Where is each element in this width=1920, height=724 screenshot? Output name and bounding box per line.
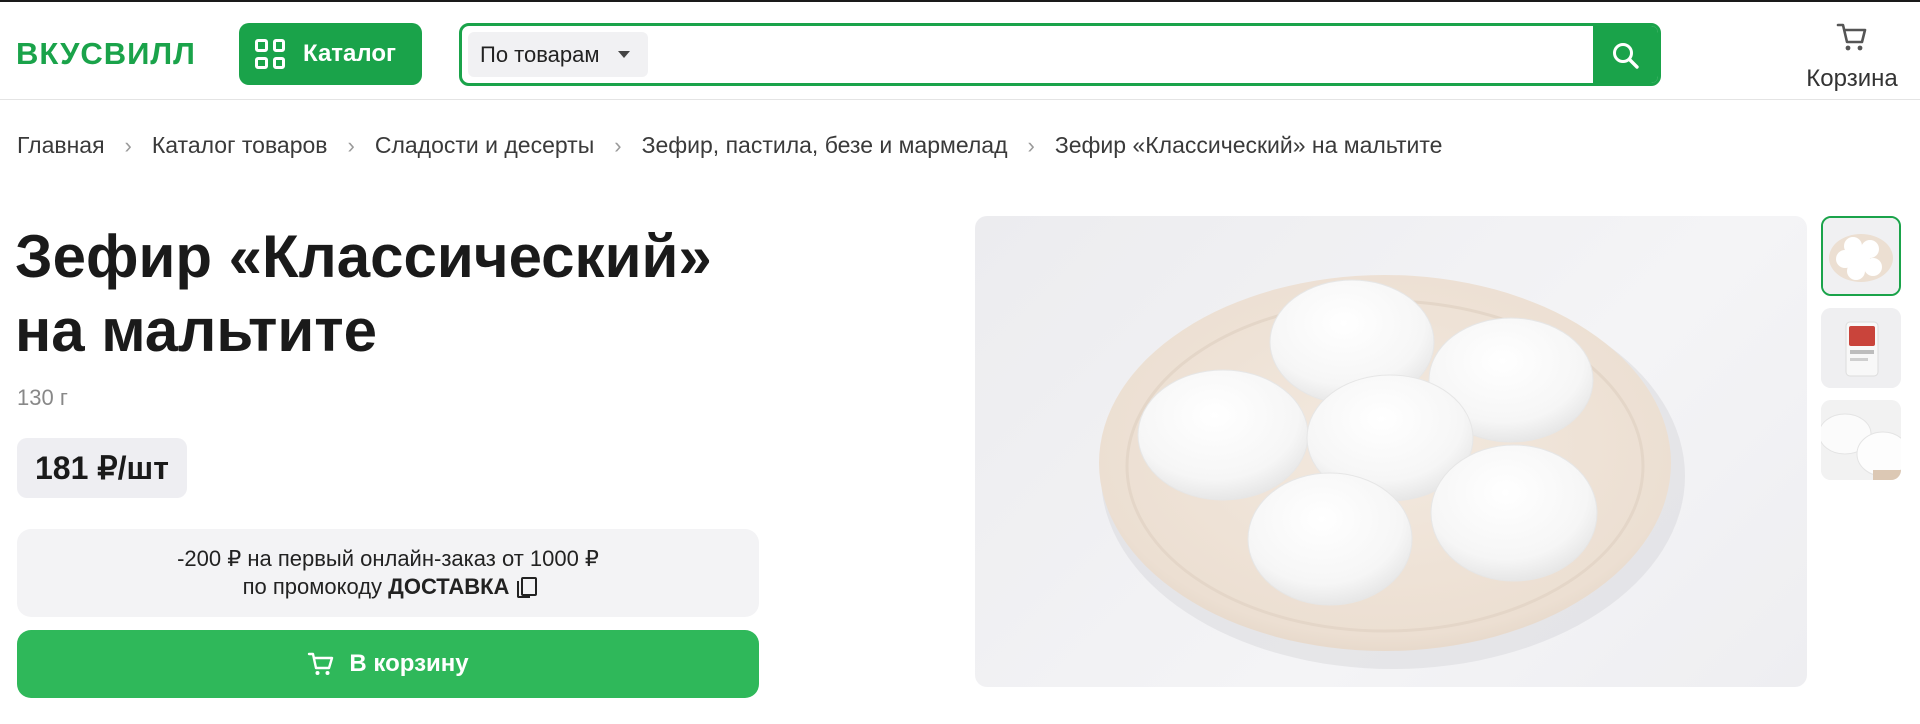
gallery-thumbnail-2[interactable] [1821, 308, 1901, 388]
copy-icon[interactable] [517, 577, 538, 598]
promo-prefix: по промокоду [242, 574, 383, 599]
header: ВКУСВИЛЛ Каталог По товарам Корзина [0, 0, 1920, 100]
breadcrumb-sweets[interactable]: Сладости и десерты [375, 132, 594, 159]
product-price: 181 ₽/шт [17, 438, 187, 498]
chevron-right-icon: › [614, 132, 622, 158]
promo-code: ДОСТАВКА [388, 574, 510, 599]
cart-icon [1836, 23, 1867, 51]
breadcrumb-home[interactable]: Главная [17, 132, 105, 159]
product-weight: 130 г [17, 385, 68, 410]
header-cart[interactable]: Корзина [1796, 20, 1908, 92]
thumbnail-image [1823, 218, 1899, 294]
breadcrumb-zefir-category[interactable]: Зефир, пастила, безе и мармелад [642, 132, 1008, 159]
title-line-1: Зефир «Классический» [15, 223, 712, 290]
gallery-thumbnail-3[interactable] [1821, 400, 1901, 480]
dropdown-caret-icon [617, 51, 630, 58]
promo-text: -200 ₽ на первый онлайн-заказ от 1000 ₽ [177, 546, 599, 571]
chevron-right-icon: › [124, 132, 132, 158]
cart-label: Корзина [1806, 65, 1898, 92]
chevron-right-icon: › [1027, 132, 1035, 158]
title-line-2: на мальтите [15, 297, 377, 364]
breadcrumb-current: Зефир «Классический» на мальтите [1054, 132, 1443, 158]
search-bar: По товарам [459, 23, 1661, 86]
add-to-cart-label: В корзину [349, 650, 469, 677]
gallery-thumbnail-1[interactable] [1821, 216, 1901, 296]
add-to-cart-button[interactable]: В корзину [17, 630, 759, 698]
product-photo [1099, 275, 1685, 669]
breadcrumb: Главная › Каталог товаров › Сладости и д… [17, 132, 1442, 159]
catalog-button-label: Каталог [303, 40, 396, 67]
search-icon [1613, 42, 1639, 69]
thumbnail-image [1821, 400, 1901, 480]
logo[interactable]: ВКУСВИЛЛ [16, 36, 196, 72]
thumbnail-image [1821, 308, 1901, 388]
search-button[interactable] [1593, 26, 1658, 83]
product-main-image[interactable] [975, 216, 1807, 687]
search-scope-dropdown[interactable]: По товарам [468, 32, 648, 77]
search-input[interactable] [658, 32, 1548, 77]
promo-code-line: по промокоду ДОСТАВКА [17, 573, 759, 601]
chevron-right-icon: › [347, 132, 355, 158]
breadcrumb-catalog[interactable]: Каталог товаров [152, 132, 328, 159]
page-title: Зефир «Классический» на мальтите [15, 220, 805, 368]
promo-banner: -200 ₽ на первый онлайн-заказ от 1000 ₽ … [17, 529, 759, 617]
catalog-button[interactable]: Каталог [239, 23, 422, 85]
catalog-grid-icon [255, 39, 285, 69]
cart-icon [308, 652, 334, 675]
search-scope-label: По товарам [480, 41, 600, 67]
